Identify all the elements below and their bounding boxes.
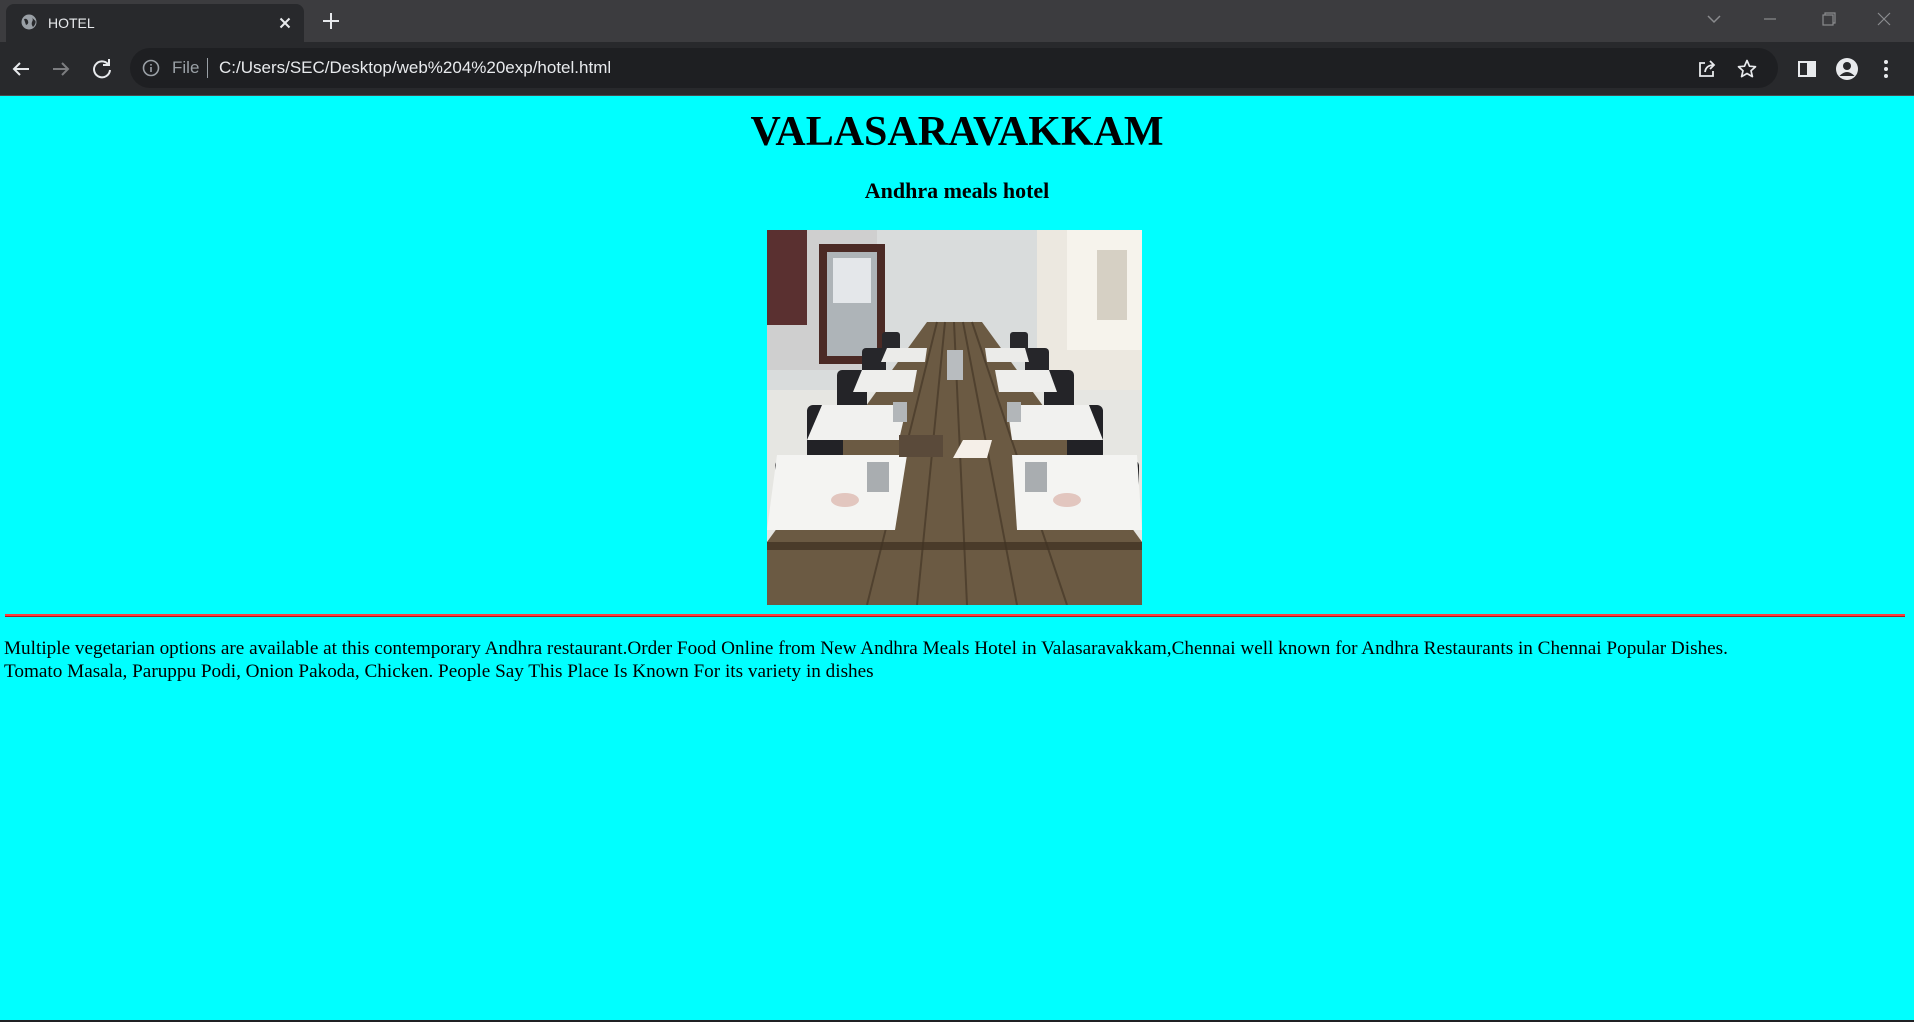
tab-search-icon[interactable]: [1696, 6, 1732, 32]
address-bar[interactable]: File C:/Users/SEC/Desktop/web%204%20exp/…: [130, 48, 1778, 88]
description-line-2: Tomato Masala, Paruppu Podi, Onion Pakod…: [4, 661, 874, 682]
share-icon[interactable]: [1696, 58, 1718, 80]
minimize-button[interactable]: [1752, 6, 1788, 32]
description-paragraph: Multiple vegetarian options are availabl…: [4, 637, 1904, 683]
side-panel-icon[interactable]: [1793, 55, 1821, 83]
page-title: VALASARAVAKKAM: [750, 109, 1164, 155]
globe-icon: [20, 13, 38, 31]
close-tab-icon[interactable]: [274, 12, 296, 34]
page-viewport: VALASARAVAKKAM Andhra meals hotel Multip…: [0, 96, 1914, 1020]
tab-hotel[interactable]: HOTEL: [6, 4, 304, 42]
menu-kebab-icon[interactable]: [1872, 55, 1900, 83]
back-button[interactable]: [7, 55, 35, 83]
restaurant-dining-photo: [767, 230, 1142, 605]
address-separator: [207, 58, 208, 78]
info-icon[interactable]: [142, 59, 160, 77]
close-window-button[interactable]: [1866, 6, 1902, 32]
forward-button[interactable]: [47, 55, 75, 83]
url-text[interactable]: C:/Users/SEC/Desktop/web%204%20exp/hotel…: [219, 58, 611, 78]
tab-title: HOTEL: [48, 15, 95, 31]
horizontal-rule: [5, 614, 1905, 617]
profile-avatar-icon[interactable]: [1833, 55, 1861, 83]
reload-button[interactable]: [88, 55, 116, 83]
tab-strip: HOTEL: [0, 0, 1914, 42]
bookmark-star-icon[interactable]: [1736, 58, 1758, 80]
description-line-1: Multiple vegetarian options are availabl…: [4, 638, 1728, 659]
new-tab-button[interactable]: [318, 8, 344, 34]
restore-button[interactable]: [1810, 6, 1846, 32]
page-subtitle: Andhra meals hotel: [864, 178, 1050, 203]
scheme-label: File: [172, 58, 200, 77]
browser-toolbar: File C:/Users/SEC/Desktop/web%204%20exp/…: [0, 42, 1914, 95]
